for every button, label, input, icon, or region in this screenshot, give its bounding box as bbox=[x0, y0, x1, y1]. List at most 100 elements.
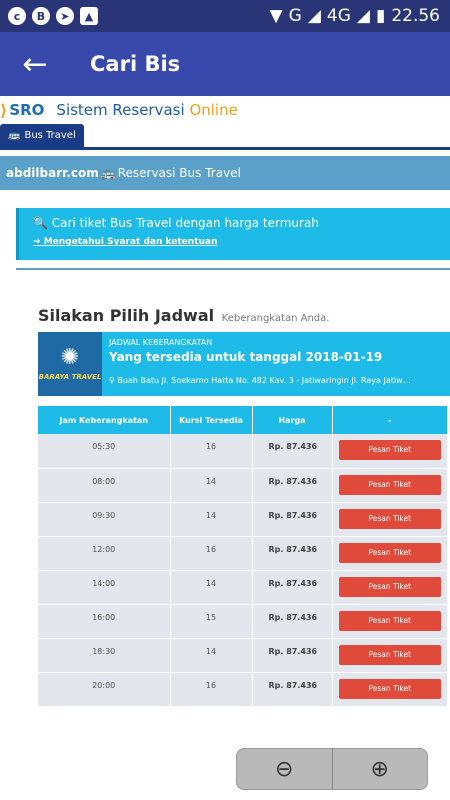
schedule-panel: Silakan Pilih Jadwal Keberangkatan Anda.… bbox=[16, 268, 450, 738]
pesan-tiket-button[interactable]: Pesan Tiket bbox=[338, 678, 441, 699]
seats-available: 14 bbox=[170, 502, 253, 537]
app-title: Cari Bis bbox=[90, 52, 181, 76]
beetalk-b-icon: B bbox=[32, 7, 50, 25]
breadcrumb-user[interactable]: abdilbarr.com bbox=[6, 166, 99, 180]
site-name-main: Sistem Reservasi bbox=[56, 101, 185, 119]
table-row: 05:30 16 Rp. 87.436 Pesan Tiket bbox=[38, 434, 448, 469]
tab-label: Bus Travel bbox=[24, 130, 76, 141]
operator-name: BARAYA TRAVEL bbox=[38, 373, 102, 381]
signal-icon-2: ◢ bbox=[356, 6, 370, 26]
departure-time: 05:30 bbox=[38, 434, 171, 469]
zoom-out-icon[interactable]: ⊖ bbox=[237, 749, 332, 789]
clock: 22.56 bbox=[391, 6, 440, 26]
network-4g-label: 4G bbox=[326, 6, 351, 26]
table-row: 12:00 16 Rp. 87.436 Pesan Tiket bbox=[38, 536, 448, 571]
search-icon: 🔍 bbox=[33, 216, 48, 230]
pesan-tiket-button[interactable]: Pesan Tiket bbox=[338, 474, 441, 495]
departure-time: 09:30 bbox=[38, 502, 171, 537]
pesan-tiket-button[interactable]: Pesan Tiket bbox=[338, 576, 441, 597]
tab-bar: 🚌 Bus Travel bbox=[0, 124, 450, 150]
action-cell: Pesan Tiket bbox=[332, 536, 448, 571]
ticket-price: Rp. 87.436 bbox=[252, 638, 333, 673]
back-arrow-icon[interactable]: ← bbox=[0, 32, 70, 96]
action-cell: Pesan Tiket bbox=[332, 502, 448, 537]
schedule-heading-text: Silakan Pilih Jadwal bbox=[38, 306, 215, 325]
network-label: G bbox=[288, 6, 302, 26]
status-bar: c B ➤ ▲ ▼ G ◢ 4G ◢ ▮ 22.56 bbox=[0, 0, 450, 32]
seats-available: 14 bbox=[170, 638, 253, 673]
departure-time: 14:00 bbox=[38, 570, 171, 605]
ticket-price: Rp. 87.436 bbox=[252, 536, 333, 571]
seats-available: 14 bbox=[170, 468, 253, 503]
search-info-text: Cari tiket Bus Travel dengan harga termu… bbox=[51, 216, 319, 230]
ticket-price: Rp. 87.436 bbox=[252, 570, 333, 605]
bus-icon: 🚌 bbox=[100, 166, 116, 180]
bus-icon: 🚌 bbox=[8, 130, 21, 141]
table-row: 14:00 14 Rp. 87.436 Pesan Tiket bbox=[38, 570, 448, 605]
pesan-tiket-button[interactable]: Pesan Tiket bbox=[338, 542, 441, 563]
map-marker-icon: ⚲ bbox=[109, 376, 115, 385]
departure-time: 16:00 bbox=[38, 604, 171, 639]
site-header: ⟩ SRO Sistem Reservasi Online bbox=[0, 96, 450, 124]
telegram-icon: ➤ bbox=[56, 7, 74, 25]
arrow-circle-icon: ➜ bbox=[33, 237, 41, 247]
departure-time: 18:30 bbox=[38, 638, 171, 673]
ticket-price: Rp. 87.436 bbox=[252, 468, 333, 503]
col-action: - bbox=[332, 406, 448, 434]
schedule-heading-sub: Keberangkatan Anda. bbox=[221, 313, 330, 324]
table-row: 16:00 15 Rp. 87.436 Pesan Tiket bbox=[38, 604, 448, 639]
col-departure: Jam Keberangkatan bbox=[38, 406, 171, 434]
tab-bus-travel[interactable]: 🚌 Bus Travel bbox=[0, 124, 84, 147]
departure-time: 12:00 bbox=[38, 536, 171, 571]
operator-logo: ✺ BARAYA TRAVEL bbox=[38, 332, 102, 396]
image-icon: ▲ bbox=[80, 7, 98, 25]
zoom-controls: ⊖ ⊕ bbox=[236, 748, 428, 790]
sun-logo-icon: ✺ bbox=[60, 345, 80, 370]
departure-time: 20:00 bbox=[38, 672, 171, 707]
notification-c-icon: c bbox=[8, 7, 26, 25]
logo-chevron-icon: ⟩ bbox=[0, 100, 8, 120]
signal-icon: ◢ bbox=[307, 6, 321, 26]
action-cell: Pesan Tiket bbox=[332, 570, 448, 605]
logo-mark-text: SRO bbox=[9, 101, 45, 119]
site-name: Sistem Reservasi Online bbox=[56, 101, 237, 119]
schedule-date: Yang tersedia untuk tanggal 2018-01-19 bbox=[109, 350, 383, 364]
seats-available: 16 bbox=[170, 536, 253, 571]
search-info-box: 🔍 Cari tiket Bus Travel dengan harga ter… bbox=[16, 208, 450, 260]
col-seats: Kursi Tersedia bbox=[170, 406, 253, 434]
ticket-price: Rp. 87.436 bbox=[252, 672, 333, 707]
webview[interactable]: ⟩ SRO Sistem Reservasi Online 🚌 Bus Trav… bbox=[0, 96, 450, 800]
route-value: Buah Batu Jl. Soekarno Hatta No. 482 Kav… bbox=[117, 376, 411, 385]
breadcrumb-section: Reservasi Bus Travel bbox=[117, 166, 241, 180]
schedule-heading: Silakan Pilih Jadwal Keberangkatan Anda. bbox=[38, 306, 329, 325]
action-cell: Pesan Tiket bbox=[332, 604, 448, 639]
col-price: Harga bbox=[252, 406, 333, 434]
battery-icon: ▮ bbox=[375, 6, 386, 26]
wifi-icon: ▼ bbox=[269, 6, 283, 26]
action-cell: Pesan Tiket bbox=[332, 434, 448, 469]
schedule-table: Jam Keberangkatan Kursi Tersedia Harga -… bbox=[38, 406, 448, 707]
departure-time: 08:00 bbox=[38, 468, 171, 503]
pesan-tiket-button[interactable]: Pesan Tiket bbox=[338, 610, 441, 631]
terms-link[interactable]: Mengetahui Syarat dan ketentuan bbox=[44, 237, 218, 247]
table-row: 09:30 14 Rp. 87.436 Pesan Tiket bbox=[38, 502, 448, 537]
pesan-tiket-button[interactable]: Pesan Tiket bbox=[338, 508, 441, 529]
action-cell: Pesan Tiket bbox=[332, 638, 448, 673]
seats-available: 16 bbox=[170, 672, 253, 707]
pesan-tiket-button[interactable]: Pesan Tiket bbox=[338, 440, 441, 460]
action-cell: Pesan Tiket bbox=[332, 672, 448, 707]
breadcrumb: abdilbarr.com 🚌 Reservasi Bus Travel bbox=[0, 156, 450, 190]
site-name-online: Online bbox=[189, 101, 238, 119]
seats-available: 14 bbox=[170, 570, 253, 605]
pesan-tiket-button[interactable]: Pesan Tiket bbox=[338, 644, 441, 665]
schedule-label: JADWAL KEBERANGKATAN bbox=[109, 338, 213, 347]
action-cell: Pesan Tiket bbox=[332, 468, 448, 503]
table-row: 20:00 16 Rp. 87.436 Pesan Tiket bbox=[38, 672, 448, 707]
zoom-in-icon[interactable]: ⊕ bbox=[331, 749, 428, 789]
table-row: 18:30 14 Rp. 87.436 Pesan Tiket bbox=[38, 638, 448, 673]
app-bar: ← Cari Bis bbox=[0, 32, 450, 96]
schedule-card: ✺ BARAYA TRAVEL JADWAL KEBERANGKATAN Yan… bbox=[38, 332, 450, 396]
route-text: ⚲ Buah Batu Jl. Soekarno Hatta No. 482 K… bbox=[109, 376, 411, 385]
site-logo[interactable]: ⟩ SRO bbox=[0, 101, 44, 120]
ticket-price: Rp. 87.436 bbox=[252, 604, 333, 639]
